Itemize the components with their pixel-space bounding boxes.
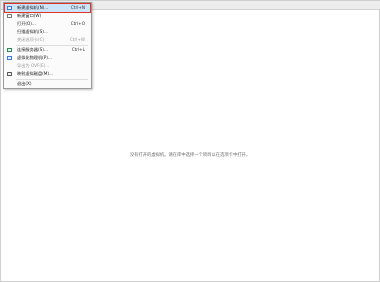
menu-item-label: 退出(X) (17, 81, 32, 86)
menu-item-open[interactable]: 打开(O)... Ctrl+O (5, 20, 90, 28)
menu-item-scan-vms[interactable]: 扫描虚拟机(S)... (5, 28, 90, 36)
menu-item-connect-server[interactable]: 连接服务器(S)... Ctrl+L (5, 46, 90, 54)
menu-item-label: 新建窗口(W) (17, 13, 42, 18)
virtualize-physical-icon (7, 55, 12, 60)
menu-item-label: 打开(O)... (17, 21, 36, 26)
menu-item-label: 映射虚拟磁盘(M)... (17, 71, 53, 76)
empty-library-hint: 没有打开的虚拟机。请在库中选择一个项目以在选项卡中打开。 (129, 153, 251, 158)
menu-item-map-disk[interactable]: 映射虚拟磁盘(M)... (5, 70, 90, 78)
map-disk-icon (7, 71, 12, 76)
menu-item-shortcut: Ctrl+N (70, 5, 85, 10)
menu-item-shortcut: Ctrl+W (69, 37, 85, 42)
menu-item-shortcut: Ctrl+O (70, 21, 85, 26)
menu-item-label: 导出为 OVF(E)... (17, 63, 50, 68)
menu-item-label: 新建虚拟机(N)... (17, 5, 49, 10)
file-menu: 新建虚拟机(N)... Ctrl+N 新建窗口(W) 打开(O)... Ctrl… (3, 2, 92, 89)
menu-item-export-ovf[interactable]: 导出为 OVF(E)... (5, 62, 90, 70)
menu-item-new-window[interactable]: 新建窗口(W) (5, 12, 90, 20)
menu-item-virtualize-physical[interactable]: 虚拟化物理机(P)... (5, 54, 90, 62)
menu-item-label: 扫描虚拟机(S)... (17, 29, 48, 34)
menu-item-label: 连接服务器(S)... (17, 47, 48, 52)
menu-item-shortcut: Ctrl+L (71, 47, 85, 52)
new-window-icon (7, 13, 12, 18)
menu-item-close-tab[interactable]: 关闭选项卡(C) Ctrl+W (5, 36, 90, 44)
menu-item-new-vm[interactable]: 新建虚拟机(N)... Ctrl+N (4, 3, 91, 12)
menu-item-exit[interactable]: 退出(X) (5, 80, 90, 88)
menu-item-label: 关闭选项卡(C) (17, 37, 45, 42)
connect-server-icon (7, 47, 12, 52)
menu-item-label: 虚拟化物理机(P)... (17, 55, 52, 60)
new-vm-icon (7, 5, 12, 10)
app-window: 没有打开的虚拟机。请在库中选择一个项目以在选项卡中打开。 新建虚拟机(N)...… (0, 0, 380, 282)
